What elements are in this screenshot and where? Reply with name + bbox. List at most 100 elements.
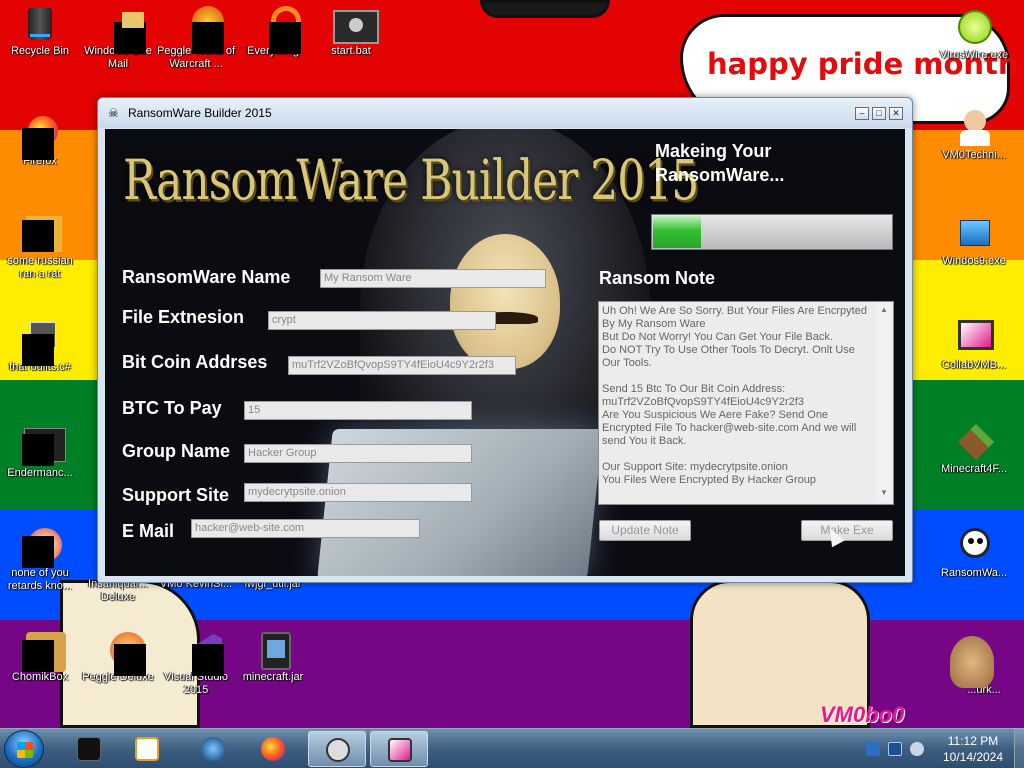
chomikbox-icon [22,632,66,672]
desktop-icon-collabvmb[interactable]: CollabVMB... [934,320,1014,372]
desktop-icon-start-bat[interactable]: start.bat [311,6,391,58]
ransomware-name-input[interactable]: My Ransom Ware [320,269,546,288]
shortcut-icon [22,428,66,466]
recycle-bin-icon [22,6,58,42]
ransom-note-textarea[interactable]: Uh Oh! We Are So Sorry. But Your Files A… [598,301,894,505]
tray-phone-icon[interactable] [866,742,880,756]
desktop-icon-russian-rat[interactable]: some russian ran a rat [0,216,80,281]
desktop-icon-windows-live-mail[interactable]: Windows Live Mail [78,6,158,71]
taskbar-item-media-player[interactable] [118,731,176,767]
desktop-icon-recycle-bin[interactable]: Recycle Bin [0,6,80,58]
file-extension-input[interactable]: crypt [268,311,496,330]
desktop-icon-label: some russian ran a rat [7,255,73,280]
firefox-icon [261,737,285,761]
wallpaper-drawing-top [480,0,610,18]
lime-icon [956,10,992,46]
taskbar-item-collabvm[interactable] [370,731,428,767]
app-title-logo: RansomWare Builder 2015 [123,149,699,213]
wallpaper-watermark: VM0bo0 [820,702,905,727]
make-exe-button[interactable]: Make Exe [801,520,893,541]
shortcut-icon [22,322,58,366]
window-client-area: RansomWare Builder 2015 Makeing Your Ran… [105,129,905,576]
minimize-button[interactable]: – [855,107,869,120]
bitcoin-address-input[interactable]: muTrf2VZoBfQvopS9TY4fEioU4c9Y2r2f3 [288,356,516,375]
close-button[interactable]: ✕ [889,107,903,120]
peggle-icon [100,632,146,676]
desktop-icon-peggle-wow[interactable]: Peggle World of Warcraft ... [156,6,236,71]
desktop-icon-label: Endermanc... [7,467,73,479]
clock-time: 11:12 PM [947,734,999,748]
visual-studio-icon [178,632,224,676]
monitor-icon [956,320,994,356]
system-tray [862,731,924,767]
desktop-icon-label: start.bat [331,45,371,57]
window-title: RansomWare Builder 2015 [128,106,272,120]
doctor-icon [956,110,992,146]
black-box-app-icon [77,737,101,761]
ransomware-builder-window: ☠ RansomWare Builder 2015 – □ ✕ RansomWa… [97,97,913,583]
peggle-wow-icon [178,6,224,54]
jar-file-icon [255,632,291,670]
taskbar-clock[interactable]: 11:12 PM 10/14/2024 [934,733,1012,765]
desktop-icon-label: VirusWire.exe [939,49,1009,61]
desktop-icon-minecraft-jar[interactable]: minecraft.jar [233,632,313,684]
desktop-icon-peggle-deluxe[interactable]: Peggle Deluxe [78,632,158,684]
shortcut-icon [22,528,62,568]
desktop-icon-label: VM0Techni... [942,149,1006,161]
minecraft-block-icon [956,423,995,461]
update-note-button[interactable]: Update Note [599,520,691,541]
shortcut-icon [22,216,62,252]
progress-fill [653,216,701,248]
build-status-text: Makeing Your RansomWare... [655,141,785,185]
windows-logo-icon [17,742,33,758]
btc-amount-input[interactable]: 15 [244,401,472,420]
label-email: E Mail [122,521,175,541]
label-file-extension: File Extnesion [122,307,245,327]
maximize-button[interactable]: □ [872,107,886,120]
email-input[interactable]: hacker@web-site.com [191,519,420,538]
taskbar: 11:12 PM 10/14/2024 [0,728,1024,768]
desktop-icon-label: minecraft.jar [242,671,304,683]
media-player-icon [135,737,159,761]
desktop-icon-minecraft4f[interactable]: Minecraft4F... [934,423,1014,476]
tray-monitor-icon[interactable] [888,742,902,756]
taskbar-item-black-box[interactable] [60,731,118,767]
desktop-icon-viruswire[interactable]: VirusWire.exe [934,10,1014,62]
desktop-icon-endermanc[interactable]: Endermanc... [0,428,80,480]
desktop-icon-vm0techni[interactable]: VM0Techni... [934,110,1014,162]
desktop-icon-none-of-you[interactable]: none of you retards kno... [0,528,80,593]
taskbar-item-firefox[interactable] [244,731,302,767]
show-desktop-button[interactable] [1014,729,1024,768]
ransom-note-scrollbar[interactable]: ▲ ▼ [876,302,892,502]
scroll-down-arrow-icon[interactable]: ▼ [880,488,888,497]
desktop-icon-firefox[interactable]: Firefox [0,116,80,168]
desktop-icon-label: none of you retards kno... [7,567,73,592]
taskbar-item-browser[interactable] [184,731,242,767]
window-titlebar[interactable]: ☠ RansomWare Builder 2015 – □ ✕ [98,98,912,128]
globe-browser-icon [201,737,225,761]
desktop-icon-visual-studio[interactable]: Visual Studio 2015 [156,632,236,697]
group-name-input[interactable]: Hacker Group [244,444,472,463]
desktop-icon-everything[interactable]: Everything [233,6,313,58]
desktop-icon-that-builts[interactable]: that builts.c# [0,322,80,374]
installer-icon [956,216,992,252]
scroll-up-arrow-icon[interactable]: ▲ [880,305,888,314]
label-ransom-note: Ransom Note [599,268,716,288]
taskbar-item-ransomware-builder[interactable] [308,731,366,767]
desktop-icon-ransomwa[interactable]: RansomWa... [934,528,1014,580]
label-support-site: Support Site [122,485,229,505]
desktop-icon-chomikbox[interactable]: ChomikBox [0,632,80,684]
windows-live-mail-icon [100,6,146,54]
desktop-icon-label: Windos9.exe [942,255,1006,267]
desktop-icon-label: CollabVMB... [941,359,1007,371]
firefox-icon [22,116,58,160]
start-button[interactable] [4,730,44,768]
support-site-input[interactable]: mydecrytpsite.onion [244,483,472,502]
app-skull-icon: ☠ [108,106,119,120]
batch-file-icon [333,6,379,44]
desktop-icon-urk[interactable]: ...urk... [944,636,1024,697]
everything-search-icon [255,6,301,54]
desktop-icon-windos9[interactable]: Windos9.exe [934,216,1014,268]
tray-volume-icon[interactable] [910,742,924,756]
shortcut-icon [950,636,1002,688]
